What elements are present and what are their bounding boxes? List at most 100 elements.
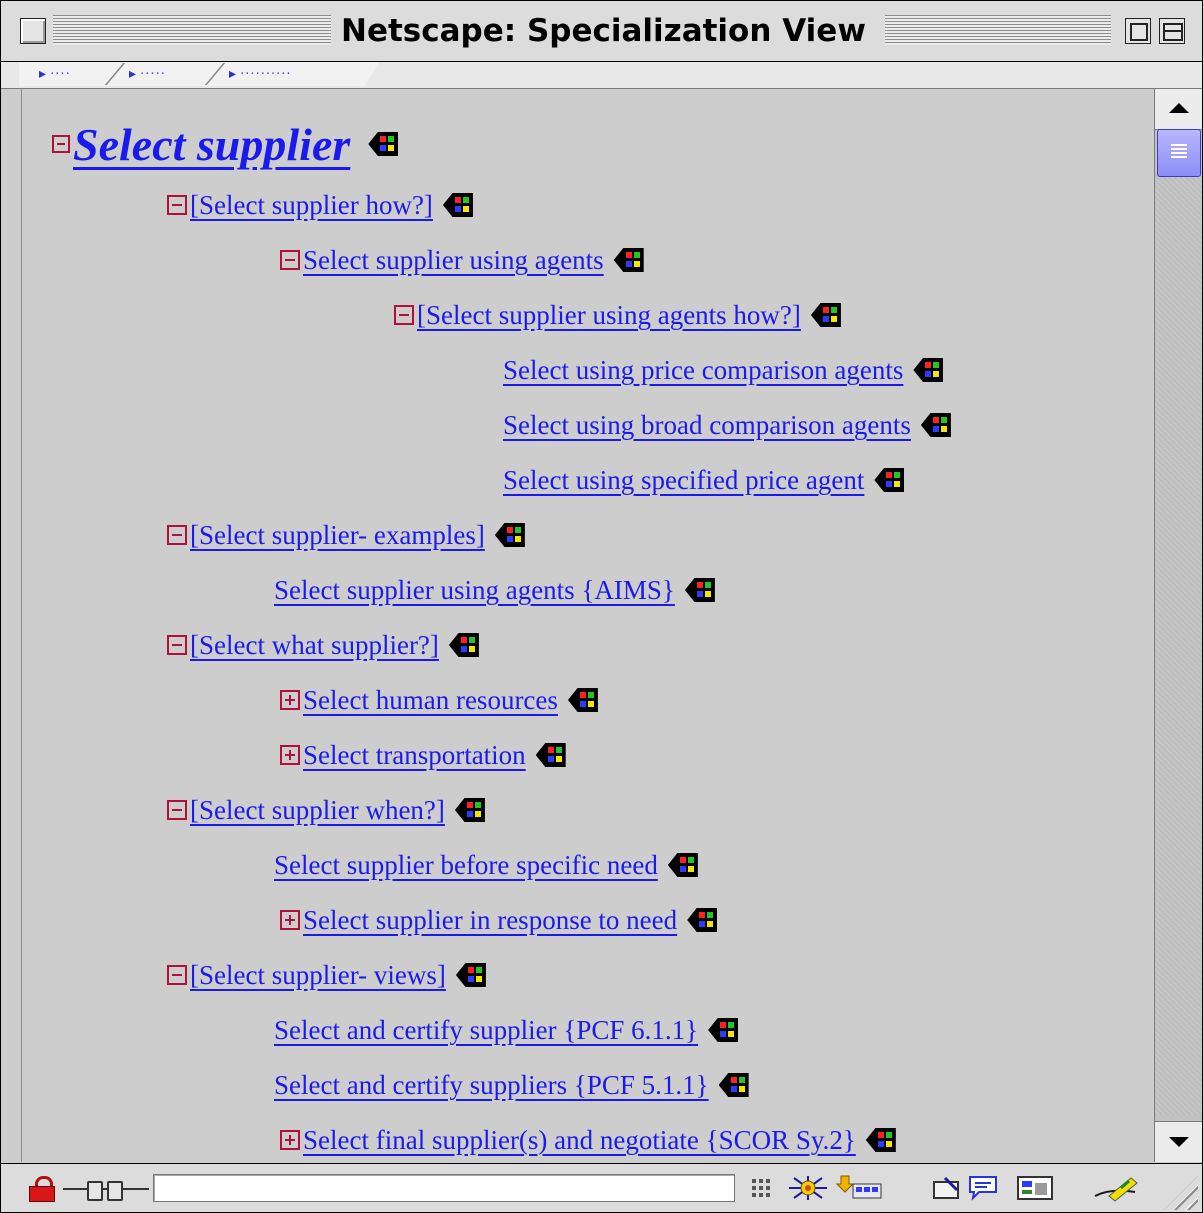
tree-item: Select transportation	[280, 735, 566, 775]
tree-item-link[interactable]: Select using price comparison agents	[503, 355, 903, 386]
scroll-up-arrow-icon[interactable]	[1155, 89, 1202, 130]
title-stripes-left	[53, 15, 331, 45]
tag-icon[interactable]	[667, 853, 698, 877]
title-stripes-right	[885, 15, 1111, 45]
grid-icon[interactable]	[749, 1174, 773, 1202]
tag-icon[interactable]	[874, 468, 905, 492]
title-bar[interactable]: Netscape: Specialization View	[1, 1, 1202, 62]
tree-item-link[interactable]: Select supplier using agents	[303, 245, 604, 276]
tree-item: Select supplier using agents {AIMS}	[274, 570, 715, 610]
tree-item-link[interactable]: Select supplier before specific need	[274, 850, 658, 881]
tree-item-link[interactable]: Select using specified price agent	[503, 465, 864, 496]
tag-icon[interactable]	[920, 413, 951, 437]
collapse-toggle-icon[interactable]	[167, 800, 187, 820]
expand-toggle-icon[interactable]	[280, 690, 300, 710]
collapse-toggle-icon[interactable]	[167, 635, 187, 655]
zoom-box[interactable]	[1125, 18, 1151, 44]
composer-icon[interactable]	[931, 1174, 965, 1202]
scroll-track[interactable]	[1155, 175, 1202, 1115]
tag-icon[interactable]	[810, 303, 841, 327]
breadcrumb-item-3[interactable]: ▸ ··········	[229, 64, 292, 84]
tag-icon[interactable]	[455, 963, 486, 987]
navigation-bar: ▸ ···· ▸ ····· ▸ ··········	[1, 62, 1202, 89]
tree-item: [Select supplier when?]	[167, 790, 485, 830]
resize-grip[interactable]	[1164, 1176, 1198, 1210]
tree-item: Select human resources	[280, 680, 598, 720]
collapse-toggle-icon[interactable]	[280, 250, 300, 270]
expand-toggle-icon[interactable]	[280, 910, 300, 930]
tag-icon[interactable]	[865, 1128, 896, 1152]
tag-icon[interactable]	[718, 1073, 749, 1097]
tag-icon[interactable]	[454, 798, 485, 822]
breadcrumb-separator	[204, 63, 226, 85]
tree-item: Select supplier using agents	[280, 240, 644, 280]
expand-toggle-icon[interactable]	[280, 1130, 300, 1150]
collapse-toggle-icon[interactable]	[167, 525, 187, 545]
tree-item-link[interactable]: Select transportation	[303, 740, 526, 771]
triangle-right-icon: ▸	[129, 66, 137, 82]
triangle-right-icon: ▸	[39, 66, 47, 82]
tag-icon[interactable]	[535, 743, 566, 767]
tree-item: [Select supplier- examples]	[167, 515, 525, 555]
window-title: Netscape: Specialization View	[331, 11, 876, 51]
scroll-thumb[interactable]	[1157, 129, 1201, 177]
download-icon[interactable]	[835, 1174, 885, 1202]
tree-item: Select supplier before specific need	[274, 845, 698, 885]
breadcrumb-item-2[interactable]: ▸ ·····	[129, 64, 166, 84]
tree-item: Select and certify suppliers {PCF 5.1.1}	[274, 1065, 749, 1105]
chat-icon[interactable]	[967, 1174, 1001, 1202]
tag-icon[interactable]	[567, 688, 598, 712]
tree-item-link[interactable]: Select supplier using agents {AIMS}	[274, 575, 675, 606]
tag-icon[interactable]	[442, 193, 473, 217]
tree-item-link[interactable]: [Select supplier- views]	[190, 960, 446, 991]
tree-item-link[interactable]: [Select what supplier?]	[190, 630, 439, 661]
vertical-scrollbar[interactable]	[1154, 89, 1202, 1162]
tag-icon[interactable]	[613, 248, 644, 272]
breadcrumb-item-1[interactable]: ▸ ····	[39, 64, 71, 84]
tree-item: Select using price comparison agents	[503, 350, 944, 390]
netscape-window: Netscape: Specialization View ▸ ···· ▸ ·…	[0, 0, 1203, 1213]
editor-pen-icon[interactable]	[1091, 1174, 1141, 1202]
tree-root: Select supplier	[52, 119, 399, 170]
status-bar	[1, 1163, 1202, 1212]
tag-icon[interactable]	[913, 358, 944, 382]
network-icon[interactable]	[785, 1174, 831, 1202]
collapse-box[interactable]	[1159, 18, 1185, 44]
tag-icon[interactable]	[687, 908, 718, 932]
tag-icon[interactable]	[448, 633, 479, 657]
security-lock-icon[interactable]	[27, 1176, 55, 1202]
tree-item: [Select supplier how?]	[167, 185, 473, 225]
connection-plug-icon	[63, 1178, 151, 1201]
status-message-field	[153, 1174, 735, 1202]
tag-icon[interactable]	[708, 1018, 739, 1042]
tag-icon[interactable]	[368, 132, 399, 156]
tree-item-link[interactable]: Select supplier in response to need	[303, 905, 677, 936]
tag-icon[interactable]	[494, 523, 525, 547]
triangle-right-icon: ▸	[229, 66, 237, 82]
tree-item-link[interactable]: Select using broad comparison agents	[503, 410, 911, 441]
tree-item-link[interactable]: Select final supplier(s) and negotiate {…	[303, 1125, 856, 1156]
collapse-toggle-icon[interactable]	[394, 305, 414, 325]
tree-item: Select using specified price agent	[503, 460, 905, 500]
tree-item-link[interactable]: Select and certify suppliers {PCF 5.1.1}	[274, 1070, 709, 1101]
scroll-down-arrow-icon[interactable]	[1155, 1121, 1202, 1162]
tree-item-link[interactable]: [Select supplier using agents how?]	[417, 300, 801, 331]
close-box[interactable]	[20, 18, 46, 44]
content-area: Select supplier [Select supplier how?] Sel…	[21, 89, 1153, 1162]
tree-root-link[interactable]: Select supplier	[73, 118, 350, 171]
tree-item-link[interactable]: [Select supplier when?]	[190, 795, 445, 826]
breadcrumb: ▸ ···· ▸ ····· ▸ ··········	[19, 62, 379, 86]
expand-toggle-icon[interactable]	[280, 745, 300, 765]
tree-item-link[interactable]: [Select supplier- examples]	[190, 520, 485, 551]
tree-item-link[interactable]: Select and certify supplier {PCF 6.1.1}	[274, 1015, 698, 1046]
collapse-toggle-icon[interactable]	[52, 135, 70, 153]
tree-item: [Select supplier using agents how?]	[394, 295, 841, 335]
tree-item: Select final supplier(s) and negotiate {…	[280, 1120, 896, 1160]
tag-icon[interactable]	[684, 578, 715, 602]
address-book-icon[interactable]	[1015, 1174, 1055, 1202]
tree-item-link[interactable]: [Select supplier how?]	[190, 190, 433, 221]
tree-item: Select using broad comparison agents	[503, 405, 951, 445]
collapse-toggle-icon[interactable]	[167, 965, 187, 985]
tree-item-link[interactable]: Select human resources	[303, 685, 558, 716]
collapse-toggle-icon[interactable]	[167, 195, 187, 215]
